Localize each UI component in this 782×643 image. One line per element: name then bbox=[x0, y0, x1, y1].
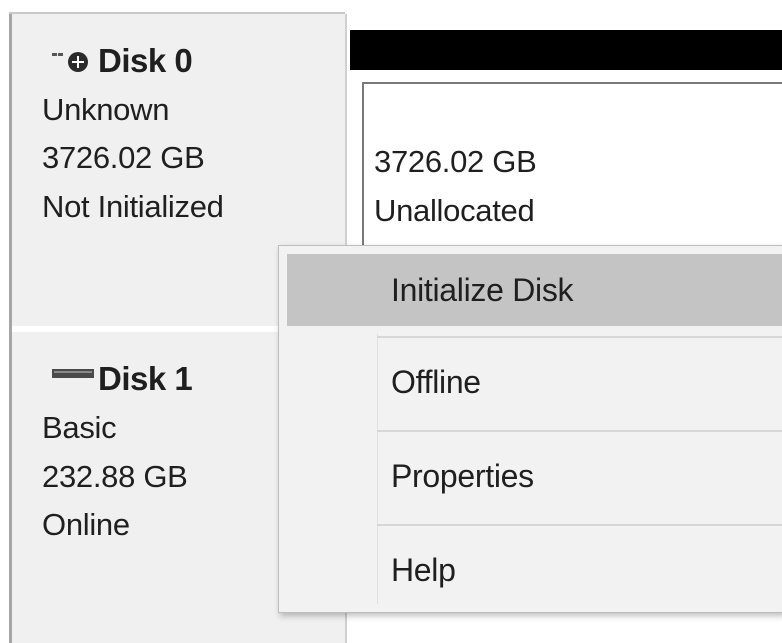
disk-1-status: Online bbox=[42, 507, 130, 542]
window-left-margin bbox=[0, 0, 9, 643]
menu-item-label: Offline bbox=[391, 363, 481, 400]
disk-0-name: Disk 0 bbox=[98, 42, 193, 79]
menu-item-help[interactable]: Help bbox=[287, 534, 782, 606]
menu-separator bbox=[377, 430, 782, 432]
menu-item-offline[interactable]: Offline bbox=[287, 346, 782, 418]
disk-1-size: 232.88 GB bbox=[42, 459, 188, 494]
context-menu: Initialize Disk Offline Properties Help bbox=[278, 245, 782, 613]
menu-item-label: Properties bbox=[391, 457, 534, 494]
disk-0-size: 3726.02 GB bbox=[42, 140, 205, 175]
menu-separator bbox=[377, 524, 782, 526]
disk-0-status: Not Initialized bbox=[42, 189, 224, 224]
disk-1-type: Basic bbox=[42, 410, 117, 445]
menu-item-initialize-disk[interactable]: Initialize Disk bbox=[287, 254, 782, 326]
volume-size: 3726.02 GB bbox=[374, 144, 537, 179]
disk-icon bbox=[52, 369, 94, 378]
volume-status: Unallocated bbox=[374, 193, 535, 228]
disk-0-type: Unknown bbox=[42, 92, 170, 127]
menu-item-properties[interactable]: Properties bbox=[287, 440, 782, 512]
disk-not-initialized-icon bbox=[52, 52, 88, 72]
menu-item-label: Initialize Disk bbox=[391, 271, 574, 308]
disk-1-name: Disk 1 bbox=[98, 360, 193, 397]
menu-separator bbox=[377, 336, 782, 338]
menu-item-label: Help bbox=[391, 551, 456, 588]
volume-header-bar bbox=[350, 30, 782, 70]
